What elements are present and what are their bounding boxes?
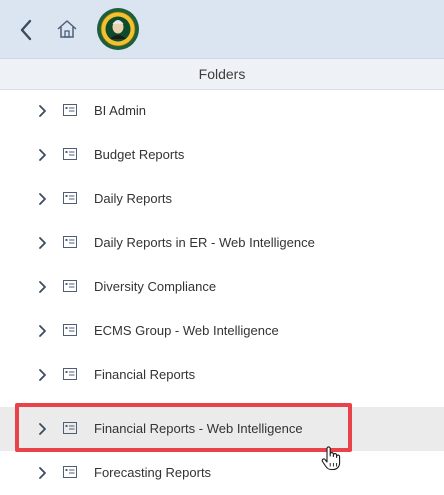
folder-label: BI Admin bbox=[94, 103, 147, 118]
folder-icon bbox=[63, 422, 77, 434]
folder-row-financial-reports[interactable]: Financial Reports bbox=[0, 353, 444, 397]
chevron-right-icon[interactable] bbox=[37, 466, 47, 480]
folder-icon bbox=[63, 148, 77, 160]
folder-row-ecms-group-webi[interactable]: ECMS Group - Web Intelligence bbox=[0, 309, 444, 353]
folder-row-bi-admin[interactable]: BI Admin bbox=[0, 89, 444, 133]
folder-row-forecasting-reports[interactable]: Forecasting Reports bbox=[0, 451, 444, 495]
folder-label: Financial Reports - Web Intelligence bbox=[94, 421, 303, 436]
folder-label: ECMS Group - Web Intelligence bbox=[94, 323, 279, 338]
home-button[interactable] bbox=[54, 16, 80, 42]
folder-row-diversity-compliance[interactable]: Diversity Compliance bbox=[0, 265, 444, 309]
washington-state-seal-logo bbox=[96, 7, 140, 51]
folder-row-financial-reports-webi[interactable]: Financial Reports - Web Intelligence bbox=[0, 407, 444, 451]
chevron-left-icon bbox=[20, 19, 32, 41]
chevron-right-icon[interactable] bbox=[37, 280, 47, 294]
chevron-right-icon[interactable] bbox=[37, 192, 47, 206]
folder-icon bbox=[63, 280, 77, 292]
folder-icon bbox=[63, 192, 77, 204]
chevron-right-icon[interactable] bbox=[37, 368, 47, 382]
chevron-right-icon[interactable] bbox=[37, 324, 47, 338]
folder-row-daily-reports[interactable]: Daily Reports bbox=[0, 177, 444, 221]
folder-label: Forecasting Reports bbox=[94, 465, 212, 480]
folder-icon bbox=[63, 466, 77, 478]
chevron-right-icon[interactable] bbox=[37, 422, 47, 436]
folder-row-budget-reports[interactable]: Budget Reports bbox=[0, 133, 444, 177]
folder-label: Daily Reports in ER - Web Intelligence bbox=[94, 235, 315, 250]
back-button[interactable] bbox=[15, 17, 37, 43]
chevron-right-icon[interactable] bbox=[37, 236, 47, 250]
chevron-right-icon[interactable] bbox=[37, 104, 47, 118]
home-icon bbox=[57, 20, 77, 38]
top-navigation-bar bbox=[0, 0, 444, 58]
folder-label: Diversity Compliance bbox=[94, 279, 217, 294]
folder-label: Daily Reports bbox=[94, 191, 173, 206]
folders-panel-header: Folders bbox=[0, 58, 444, 90]
folder-label: Budget Reports bbox=[94, 147, 185, 162]
folder-row-daily-reports-er-webi[interactable]: Daily Reports in ER - Web Intelligence bbox=[0, 221, 444, 265]
chevron-right-icon[interactable] bbox=[37, 148, 47, 162]
folder-icon bbox=[63, 368, 77, 380]
folder-icon bbox=[63, 236, 77, 248]
folder-label: Financial Reports bbox=[94, 367, 196, 382]
folder-icon bbox=[63, 104, 77, 116]
panel-title: Folders bbox=[198, 66, 246, 82]
folder-icon bbox=[63, 324, 77, 336]
